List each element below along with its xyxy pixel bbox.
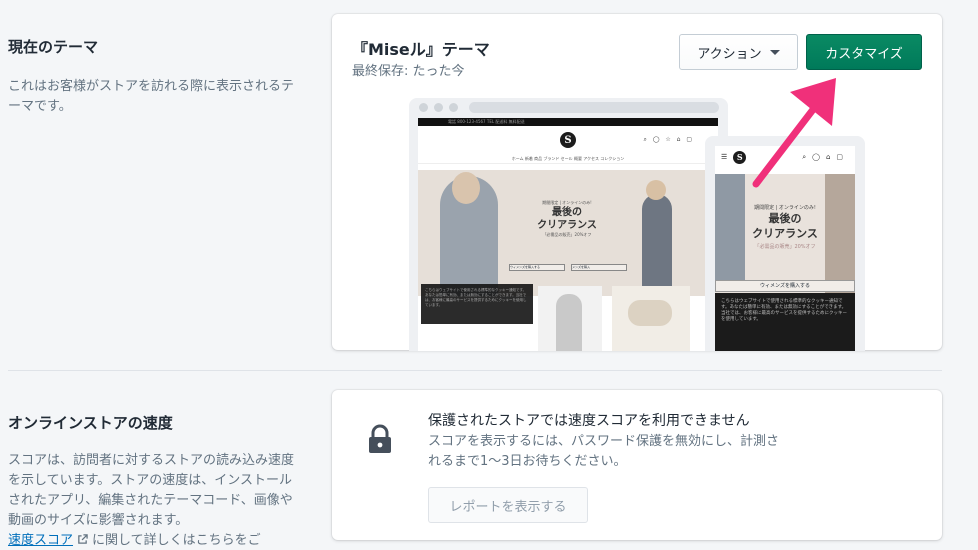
product-tile [538,286,602,351]
browser-bar [409,98,728,118]
product-shoes [628,300,672,326]
speed-card-title: 保護されたストアでは速度スコアを利用できません [428,413,750,429]
preview-header: S ⌕ ◯ ☆ ⌂ ▢ [418,126,718,154]
mobile-cookie-notice: こちらはウェブサイトで使用される標準的なクッキー通知です。あなたは簡単に有効、ま… [715,293,855,351]
hero-buttons: ウィメンズを購入する メンズを購入 [498,264,638,271]
caret-down-icon [769,49,780,55]
store-logo: S [560,132,576,148]
model-figure-right [642,194,672,296]
hero-men-button: メンズを購入 [571,264,627,271]
preview-topbar: 電話 800-123-4567 TEL 配送料 無料配送 [418,118,718,126]
hero-line-2: クリアランス [537,220,597,231]
theme-name: 『Miseル』テーマ [352,40,490,59]
browser-dot-icon [419,103,428,112]
desktop-preview: 電話 800-123-4567 TEL 配送料 無料配送 S ⌕ ◯ ☆ ⌂ ▢… [409,98,728,351]
browser-dot-icon [434,103,443,112]
model-head-left [452,172,480,204]
mobile-hero-button: ウィメンズを購入する [715,280,855,292]
speed-card: 保護されたストアでは速度スコアを利用できません スコアを表示するには、パスワード… [332,390,942,540]
cookie-notice: こちらはウェブサイトで使用される標準的なクッキー通知です。あなたは簡単に有効、ま… [421,284,533,324]
external-link-icon [78,534,88,544]
current-theme-description: これはお客様がストアを訪れる際に表示されるテーマです。 [8,79,295,114]
browser-dot-icon [449,103,458,112]
actions-button-label: アクション [697,46,762,62]
current-theme-heading: 現在のテーマ [8,38,99,56]
product-figure [556,294,582,351]
preview-nav: ホーム 新着 商品 ブランド セール 概要 アクセス コレクション [418,154,718,164]
lock-icon [369,424,391,453]
speed-heading: オンラインストアの速度 [8,414,173,432]
model-head-right [646,180,666,200]
hero-line-1: 最後の [552,207,582,218]
speed-info: オンラインストアの速度 スコアは、訪問者に対するストアの読み込み速度を示していま… [8,412,298,550]
view-report-button[interactable]: レポートを表示する [428,487,588,523]
mobile-hero-small: 期間限定 | オンラインのみ! [754,205,816,211]
hero-sub-text: 「必需品の販売」20%オフ [542,232,592,237]
browser-url-bar [469,102,719,113]
speed-card-description: スコアを表示するには、パスワード保護を無効にし、計測されるまで1〜3日お待ちくだ… [428,434,780,469]
hero-women-button: ウィメンズを購入する [509,264,565,271]
mobile-hero-text: 期間限定 | オンラインのみ! 最後の クリアランス 「必需品の販売」20%オフ [715,204,855,250]
annotation-arrow-icon [752,78,836,188]
product-tile [612,286,690,351]
mobile-hero-sub: 「必需品の販売」20%オフ [754,244,816,250]
header-icons: ⌕ ◯ ☆ ⌂ ▢ [643,136,694,143]
speed-description: スコアは、訪問者に対するストアの読み込み速度を示しています。ストアの速度は、イン… [8,451,298,550]
section-divider [8,370,942,371]
speed-link-suffix: に関して詳しくはこちらをご [92,533,261,548]
speed-score-link[interactable]: 速度スコア [8,533,73,548]
speed-description-text: スコアは、訪問者に対するストアの読み込み速度を示しています。ストアの速度は、イン… [8,453,295,528]
preview-hero: 期間限定 | オンラインのみ! 最後の クリアランス 「必需品の販売」20%オフ… [418,170,718,296]
hero-text: 期間限定 | オンラインのみ! 最後の クリアランス 「必需品の販売」20%オフ [522,200,612,238]
desktop-screen: 電話 800-123-4567 TEL 配送料 無料配送 S ⌕ ◯ ☆ ⌂ ▢… [418,118,718,351]
mobile-hero-line-1: 最後の [768,212,802,225]
mobile-hero-line-2: クリアランス [752,227,818,240]
theme-saved-status: 最終保存: たった今 [352,64,465,79]
current-theme-info: 現在のテーマ これはお客様がストアを訪れる際に表示されるテーマです。 [8,36,298,117]
